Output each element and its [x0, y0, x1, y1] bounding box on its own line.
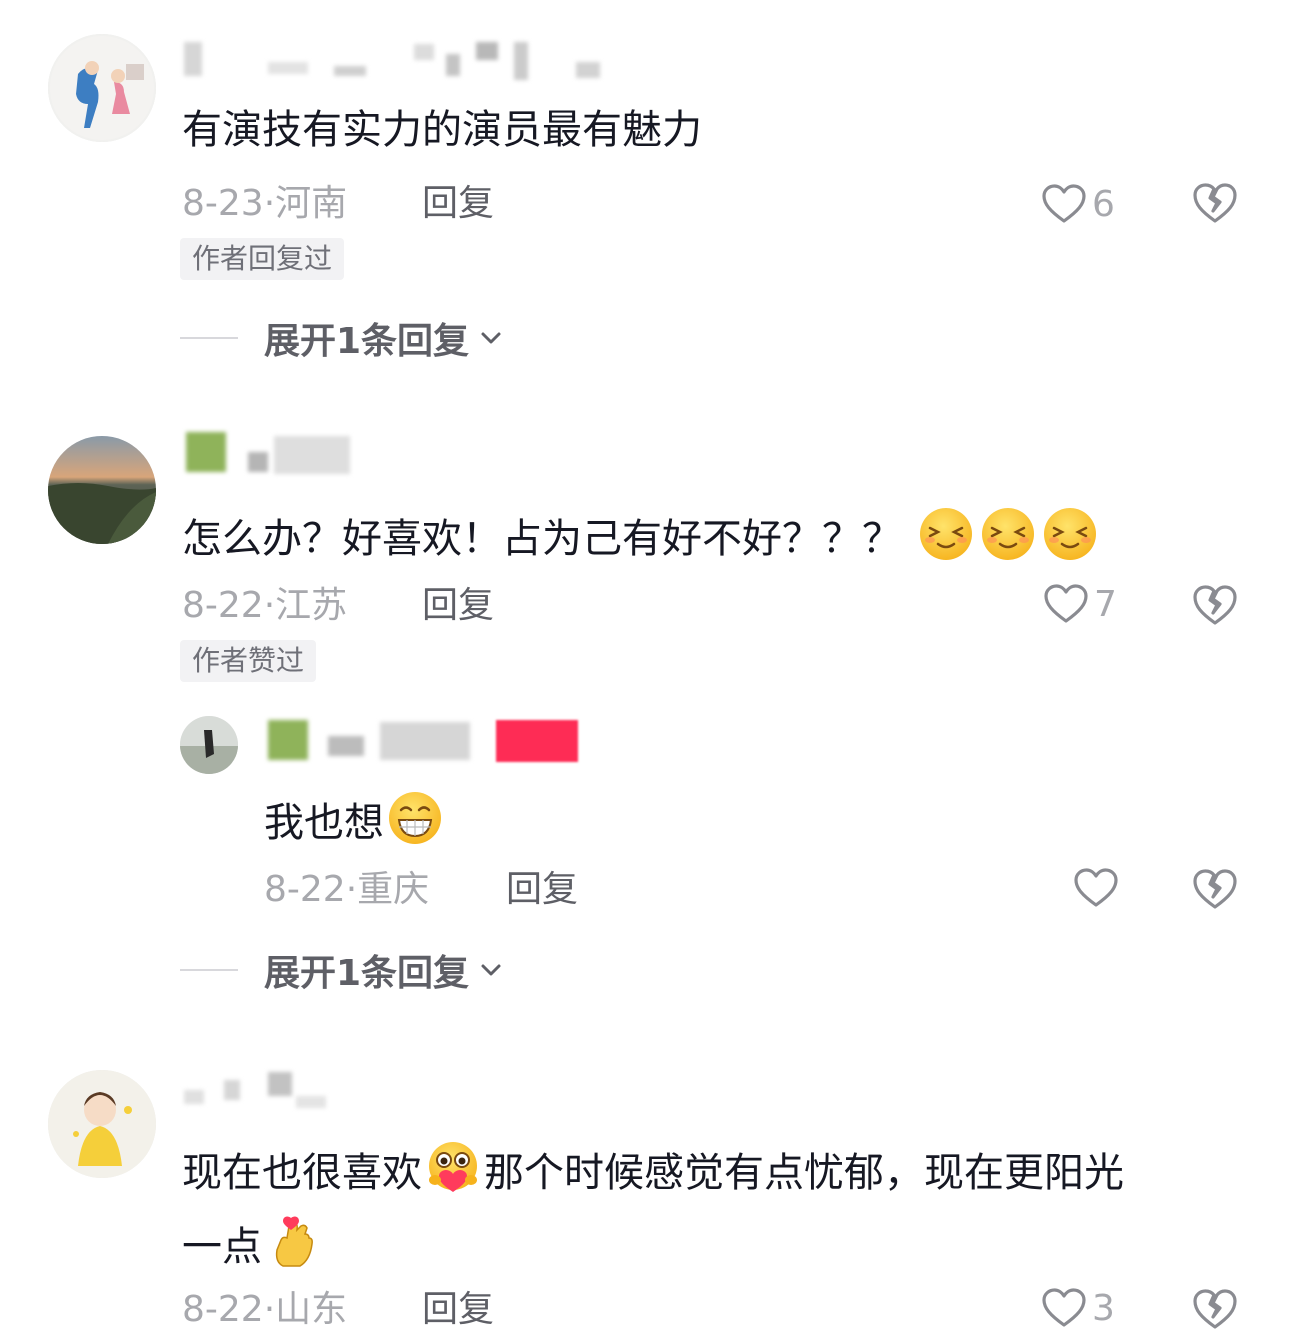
- reply-location: 重庆: [357, 869, 430, 910]
- author-liked-badge: 作者赞过: [180, 640, 317, 682]
- like-button[interactable]: 7: [1042, 576, 1117, 632]
- broken-heart-icon: [1193, 1289, 1237, 1329]
- comment-location: 山东: [275, 1289, 348, 1330]
- dislike-button[interactable]: [1190, 1284, 1240, 1334]
- reply-username-blurred[interactable]: [268, 718, 580, 766]
- squinting-face-emoji: [1042, 506, 1098, 562]
- dislike-button[interactable]: [1190, 864, 1240, 914]
- comment-meta: 8-22·山东: [182, 1288, 347, 1332]
- chevron-down-icon: [481, 964, 501, 976]
- reply-text-body: 我也想: [264, 800, 384, 846]
- reply-button[interactable]: 回复: [506, 868, 578, 912]
- heart-outline-icon: [1074, 868, 1118, 907]
- reply-date: 8-22·: [264, 869, 358, 910]
- comment-text: 现在也很喜欢 那个时候感觉有点忧郁，现在更阳光: [182, 1140, 1124, 1199]
- reply-button[interactable]: 回复: [422, 1288, 494, 1332]
- comment-date: 8-22·: [182, 1289, 276, 1330]
- user-avatar[interactable]: [48, 436, 156, 544]
- heart-outline-icon: [1042, 1288, 1086, 1327]
- expand-replies-label: 展开1条回复: [264, 321, 470, 362]
- finger-heart-emoji: [265, 1214, 321, 1270]
- like-button[interactable]: 3: [1040, 1280, 1115, 1336]
- expand-replies-button[interactable]: 展开1条回复: [180, 946, 505, 994]
- like-count: 7: [1094, 583, 1117, 625]
- comment-text: 怎么办？好喜欢！占为己有好不好？？？: [182, 506, 1101, 565]
- reply-user-avatar[interactable]: [180, 716, 238, 774]
- like-count: 3: [1092, 1287, 1115, 1329]
- like-count: 6: [1092, 183, 1115, 225]
- broken-heart-icon: [1193, 869, 1237, 909]
- comment-text-line2: 一点: [182, 1214, 324, 1273]
- reply-text: 我也想: [264, 790, 446, 849]
- comment-text-body: 怎么办？好喜欢！占为己有好不好？？？: [182, 516, 902, 562]
- chevron-down-icon: [481, 332, 501, 344]
- expand-replies-button[interactable]: 展开1条回复: [180, 314, 505, 362]
- username-blurred[interactable]: [184, 1070, 344, 1118]
- comment-date: 8-22·: [182, 585, 276, 626]
- heart-outline-icon: [1042, 184, 1086, 223]
- expand-replies-label: 展开1条回复: [264, 953, 470, 994]
- comment-text-body-2: 那个时候感觉有点忧郁，现在更阳光: [484, 1150, 1124, 1196]
- heart-outline-icon: [1044, 584, 1088, 623]
- divider-line: [180, 337, 238, 339]
- reply-meta: 8-22·重庆: [264, 868, 429, 912]
- comment-meta: 8-23·河南: [182, 182, 347, 226]
- grinning-face-emoji: [387, 790, 443, 846]
- squinting-face-emoji: [980, 506, 1036, 562]
- username-blurred[interactable]: [184, 38, 604, 86]
- comment-text-body: 现在也很喜欢: [182, 1150, 422, 1196]
- comment-date: 8-23·: [182, 183, 276, 224]
- dislike-button[interactable]: [1190, 580, 1240, 630]
- heart-hugging-face-emoji: [425, 1140, 481, 1196]
- broken-heart-icon: [1193, 585, 1237, 625]
- squinting-face-emoji: [918, 506, 974, 562]
- reply-button[interactable]: 回复: [422, 182, 494, 226]
- user-avatar[interactable]: [48, 1070, 156, 1178]
- broken-heart-icon: [1193, 183, 1237, 223]
- reply-button[interactable]: 回复: [422, 584, 494, 628]
- comment-text: 有演技有实力的演员最有魅力: [182, 107, 702, 153]
- comment-list: 有演技有实力的演员最有魅力 8-23·河南 回复 6 作者回复过 展开1条回复 …: [0, 0, 1290, 1336]
- like-button[interactable]: 6: [1040, 176, 1115, 232]
- comment-location: 江苏: [275, 585, 348, 626]
- like-button[interactable]: [1072, 860, 1144, 916]
- user-avatar[interactable]: [48, 34, 156, 142]
- dislike-button[interactable]: [1190, 178, 1240, 228]
- author-replied-badge: 作者回复过: [180, 238, 345, 280]
- username-blurred[interactable]: [186, 432, 356, 480]
- comment-text-body-3: 一点: [182, 1224, 262, 1270]
- divider-line: [180, 969, 238, 971]
- comment-meta: 8-22·江苏: [182, 584, 347, 628]
- comment-location: 河南: [275, 183, 348, 224]
